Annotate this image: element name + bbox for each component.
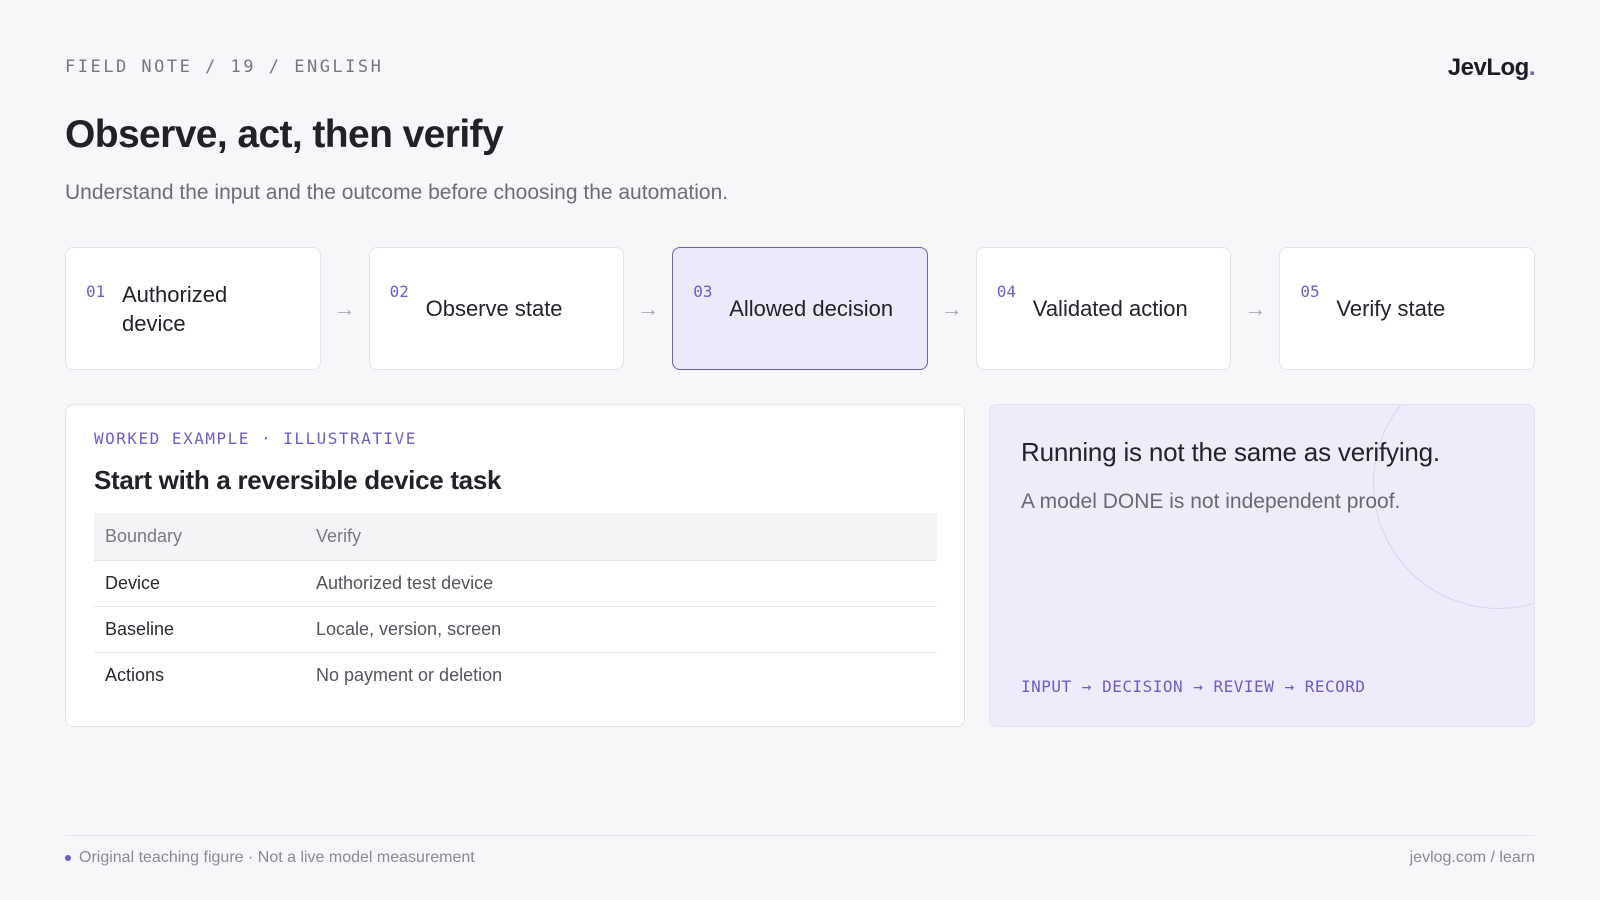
- callout-title: Running is not the same as verifying.: [1021, 437, 1440, 467]
- brand-logo[interactable]: JevLog.: [1447, 54, 1536, 82]
- step-number: 03: [693, 282, 713, 301]
- card-title: Start with a reversible device task: [94, 465, 502, 495]
- card-kicker: WORKED EXAMPLE · ILLUSTRATIVE: [94, 429, 417, 448]
- footer-divider: [65, 835, 1535, 836]
- bullet-dot-icon: [65, 855, 71, 861]
- boundary-cell: Baseline: [94, 606, 305, 653]
- column-header-verify: Verify: [305, 513, 937, 561]
- step-label: Allowed decision: [729, 296, 894, 321]
- step-number: 05: [1300, 282, 1320, 301]
- boundary-cell: Device: [94, 560, 305, 607]
- eyebrow: FIELD NOTE / 19 / ENGLISH: [65, 57, 384, 77]
- callout-card: Running is not the same as verifying. A …: [989, 404, 1535, 727]
- step-label: Verify state: [1336, 296, 1446, 321]
- table-row: Actions No payment or deletion: [94, 652, 937, 698]
- step-number: 01: [86, 282, 106, 301]
- step-validated-action: 04 Validated action: [975, 247, 1232, 370]
- process-steps: 01 Authorized device → 02 Observe state …: [65, 247, 1535, 370]
- footer-note: Original teaching figure · Not a live mo…: [65, 849, 475, 867]
- arrow-right-icon: →: [637, 295, 660, 321]
- table-header-row: Boundary Verify: [94, 513, 937, 561]
- step-number: 04: [996, 282, 1017, 301]
- table-row: Baseline Locale, version, screen: [94, 606, 937, 653]
- worked-example-card: WORKED EXAMPLE · ILLUSTRATIVE Start with…: [65, 404, 965, 727]
- column-header-boundary: Boundary: [94, 513, 305, 561]
- page-subtitle: Understand the input and the outcome bef…: [65, 181, 729, 204]
- callout-body: A model DONE is not independent proof.: [1021, 490, 1401, 513]
- brand-dot: .: [1528, 54, 1536, 81]
- step-allowed-decision: 03 Allowed decision: [672, 247, 928, 370]
- step-label: Authorized device: [122, 281, 228, 336]
- boundary-table: Boundary Verify Device Authorized test d…: [94, 513, 937, 698]
- verify-cell: No payment or deletion: [316, 664, 503, 685]
- arrow-right-icon: →: [940, 295, 963, 321]
- table-row: Device Authorized test device: [94, 560, 937, 607]
- boundary-cell: Actions: [105, 664, 165, 685]
- step-number: 02: [389, 282, 409, 301]
- brand-name: JevLog: [1447, 54, 1530, 81]
- verify-cell: Locale, version, screen: [305, 606, 937, 653]
- page-title: Observe, act, then verify: [65, 113, 504, 156]
- verify-cell: Authorized test device: [305, 560, 937, 607]
- footer-note-text: Original teaching figure · Not a live mo…: [79, 849, 475, 866]
- step-label: Observe state: [425, 296, 563, 321]
- step-observe-state: 02 Observe state: [368, 247, 625, 370]
- step-label: Validated action: [1032, 296, 1188, 321]
- step-authorized-device: 01 Authorized device: [65, 247, 321, 370]
- footer-link[interactable]: jevlog.com / learn: [1410, 849, 1535, 867]
- arrow-right-icon: →: [1244, 295, 1267, 321]
- step-verify-state: 05 Verify state: [1279, 247, 1535, 370]
- arrow-right-icon: →: [333, 295, 356, 321]
- callout-flow: INPUT → DECISION → REVIEW → RECORD: [1021, 677, 1366, 696]
